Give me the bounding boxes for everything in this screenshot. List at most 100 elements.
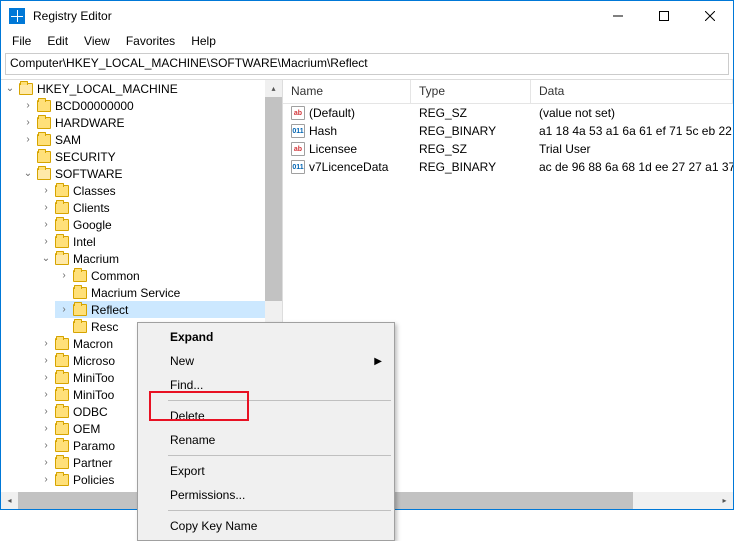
close-button[interactable] xyxy=(687,1,733,31)
menu-item-new[interactable]: New▶ xyxy=(140,349,392,373)
minimize-button[interactable] xyxy=(595,1,641,31)
expander-icon[interactable]: › xyxy=(39,201,53,215)
folder-icon xyxy=(55,406,69,418)
menu-separator xyxy=(168,510,391,511)
list-row[interactable]: ab(Default)REG_SZ(value not set) xyxy=(283,104,733,122)
menu-help[interactable]: Help xyxy=(184,32,223,50)
registry-editor-window: Registry Editor File Edit View Favorites… xyxy=(0,0,734,510)
tree-label: SECURITY xyxy=(55,150,116,164)
menu-favorites[interactable]: Favorites xyxy=(119,32,182,50)
expander-icon[interactable]: › xyxy=(39,456,53,470)
value-type: REG_BINARY xyxy=(411,159,531,175)
expander-icon[interactable]: ⌄ xyxy=(39,252,53,266)
expander-icon[interactable]: › xyxy=(39,235,53,249)
tree-node-reflect[interactable]: ›Reflect xyxy=(55,301,265,318)
folder-icon xyxy=(55,355,69,367)
tree-label: OEM xyxy=(73,422,100,436)
maximize-icon xyxy=(659,11,669,21)
tree-label: SOFTWARE xyxy=(55,167,123,181)
tree-node-classes[interactable]: ›Classes xyxy=(37,182,265,199)
value-name: v7LicenceData xyxy=(309,160,388,174)
menu-item-rename[interactable]: Rename xyxy=(140,428,392,452)
string-value-icon: ab xyxy=(291,142,305,156)
scroll-up-button[interactable]: ▴ xyxy=(265,80,282,97)
menu-edit[interactable]: Edit xyxy=(40,32,75,50)
list-row[interactable]: 011HashREG_BINARYa1 18 4a 53 a1 6a 61 ef… xyxy=(283,122,733,140)
window-title: Registry Editor xyxy=(33,9,112,23)
tree-label: Macrium Service xyxy=(91,286,180,300)
expander-icon[interactable]: › xyxy=(39,184,53,198)
expander-icon[interactable]: › xyxy=(21,116,35,130)
menu-item-permissions[interactable]: Permissions... xyxy=(140,483,392,507)
expander-icon[interactable]: › xyxy=(21,99,35,113)
expander-icon[interactable]: › xyxy=(39,439,53,453)
expander-icon[interactable]: › xyxy=(39,371,53,385)
tree-node-clients[interactable]: › Clients xyxy=(37,199,265,216)
tree-label: MiniToo xyxy=(73,388,114,402)
menu-item-label: Expand xyxy=(170,330,213,344)
folder-icon xyxy=(37,100,51,112)
scroll-right-button[interactable]: ▸ xyxy=(716,492,733,509)
column-header-data[interactable]: Data xyxy=(531,80,733,103)
expander-icon[interactable]: › xyxy=(21,133,35,147)
menu-item-find[interactable]: Find... xyxy=(140,373,392,397)
maximize-button[interactable] xyxy=(641,1,687,31)
tree-node-intel[interactable]: › Intel xyxy=(37,233,265,250)
menu-view[interactable]: View xyxy=(77,32,117,50)
expander-icon[interactable]: › xyxy=(39,405,53,419)
tree-node-common[interactable]: ›Common xyxy=(55,267,265,284)
tree-node-bcd[interactable]: › BCD00000000 xyxy=(19,97,265,114)
scroll-thumb[interactable] xyxy=(265,97,282,301)
column-header-type[interactable]: Type xyxy=(411,80,531,103)
menu-item-label: Export xyxy=(170,464,205,478)
expander-icon[interactable]: ⌄ xyxy=(21,167,35,181)
column-header-name[interactable]: Name xyxy=(283,80,411,103)
value-type: REG_SZ xyxy=(411,141,531,157)
menu-item-label: Delete xyxy=(170,409,205,423)
address-bar[interactable]: Computer\HKEY_LOCAL_MACHINE\SOFTWARE\Mac… xyxy=(5,53,729,75)
expander-icon[interactable]: › xyxy=(39,218,53,232)
menubar: File Edit View Favorites Help xyxy=(1,31,733,51)
tree-label: Intel xyxy=(73,235,96,249)
menu-item-label: Rename xyxy=(170,433,215,447)
tree-node-software[interactable]: ⌄ SOFTWARE xyxy=(19,165,265,182)
menu-item-export[interactable]: Export xyxy=(140,459,392,483)
folder-icon xyxy=(55,185,69,197)
list-row[interactable]: 011v7LicenceDataREG_BINARYac de 96 88 6a… xyxy=(283,158,733,176)
expander-icon[interactable]: › xyxy=(57,303,71,317)
tree-node-google[interactable]: › Google xyxy=(37,216,265,233)
tree-label: Clients xyxy=(73,201,110,215)
expander-icon[interactable]: › xyxy=(57,269,71,283)
tree-label: Google xyxy=(73,218,112,232)
tree-node-hardware[interactable]: › HARDWARE xyxy=(19,114,265,131)
folder-icon xyxy=(37,168,51,180)
tree-label: BCD00000000 xyxy=(55,99,134,113)
expander-icon[interactable]: › xyxy=(39,473,53,487)
value-data: (value not set) xyxy=(531,105,733,121)
folder-icon xyxy=(55,202,69,214)
list-row[interactable]: abLicenseeREG_SZTrial User xyxy=(283,140,733,158)
tree-label: SAM xyxy=(55,133,81,147)
tree-node-hklm[interactable]: ⌄ HKEY_LOCAL_MACHINE xyxy=(1,80,265,97)
expander-icon[interactable]: › xyxy=(39,354,53,368)
folder-icon xyxy=(55,440,69,452)
tree-node-security[interactable]: ›SECURITY xyxy=(19,148,265,165)
value-name: (Default) xyxy=(309,106,355,120)
tree-label: HARDWARE xyxy=(55,116,125,130)
expander-icon[interactable]: › xyxy=(39,388,53,402)
folder-icon xyxy=(55,253,69,265)
menu-item-delete[interactable]: Delete xyxy=(140,404,392,428)
expander-icon[interactable]: ⌄ xyxy=(3,82,17,96)
close-icon xyxy=(705,11,715,21)
tree-node-macrium-service[interactable]: ›Macrium Service xyxy=(55,284,265,301)
expander-icon[interactable]: › xyxy=(39,337,53,351)
menu-file[interactable]: File xyxy=(5,32,38,50)
menu-item-expand[interactable]: Expand xyxy=(140,325,392,349)
scroll-left-button[interactable]: ◂ xyxy=(1,492,18,509)
tree-node-sam[interactable]: › SAM xyxy=(19,131,265,148)
expander-icon[interactable]: › xyxy=(39,422,53,436)
menu-item-copy-key-name[interactable]: Copy Key Name xyxy=(140,514,392,538)
folder-icon xyxy=(55,219,69,231)
app-icon xyxy=(9,8,25,24)
tree-node-macrium[interactable]: ⌄Macrium xyxy=(37,250,265,267)
